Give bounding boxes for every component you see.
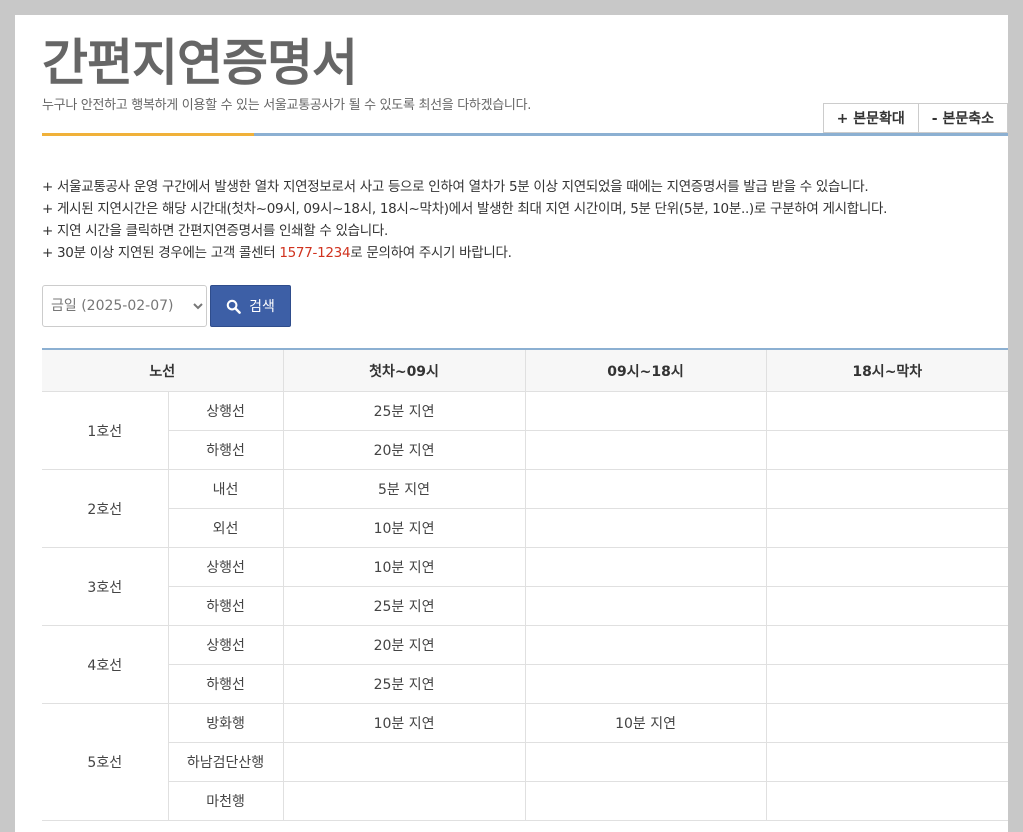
delay-time-link[interactable]: 20분 지연 [374,443,435,459]
notice-item-contact: + 30분 이상 지연된 경우에는 고객 콜센터 1577-1234로 문의하여… [42,242,887,264]
delay-cell-t2 [524,391,767,431]
delay-cell-t1: 25분 지연 [282,664,526,704]
table-row: 5호선 방화행 10분 지연 10분 지연 [42,703,1008,821]
delay-cell-t1: 10분 지연 [282,703,526,743]
table-row: 3호선 상행선 10분 지연 [42,547,1008,626]
direction-cell: 외선 [167,508,284,548]
delay-cell-t1 [282,781,526,821]
delay-cell-t1: 10분 지연 [282,508,526,548]
line-name-cell: 1호선 [42,391,168,470]
table-row: 외선 10분 지연 [42,508,1008,548]
delay-cell-t2 [524,508,767,548]
delay-time-link[interactable]: 10분 지연 [374,560,435,576]
delay-cell-t1: 25분 지연 [282,586,526,626]
header-divider-accent [42,133,254,136]
direction-cell: 상행선 [167,547,284,587]
table-row: 하남검단산행 [42,742,1008,782]
notice-list: + 서울교통공사 운영 구간에서 발생한 열차 지연정보로서 사고 등으로 인하… [42,176,887,264]
delay-cell-t2 [524,664,767,704]
table-header-row: 노선 첫차~09시 09시~18시 18시~막차 [42,348,1008,392]
delay-cell-t2 [524,469,767,509]
delay-cell-t2 [524,586,767,626]
direction-cell: 상행선 [167,391,284,431]
delay-cell-t3 [765,586,1008,626]
delay-cell-t3 [765,664,1008,704]
zoom-in-button[interactable]: + 본문확대 [822,103,919,133]
page-title: 간편지연증명서 [42,34,358,92]
delay-cell-t3 [765,625,1008,665]
delay-cell-t3 [765,391,1008,431]
delay-cell-t2 [524,430,767,470]
notice-item: + 지연 시간을 클릭하면 간편지연증명서를 인쇄할 수 있습니다. [42,223,388,239]
delay-cell-t2 [524,742,767,782]
header-first-to-09: 첫차~09시 [282,348,526,392]
search-bar: 금일 (2025-02-07) 검색 [42,285,291,327]
zoom-out-button[interactable]: - 본문축소 [918,103,1008,133]
delay-time-link[interactable]: 25분 지연 [374,677,435,693]
delay-cell-t3 [765,781,1008,821]
notice-item: + 게시된 지연시간은 해당 시간대(첫차~09시, 09시~18시, 18시~… [42,201,888,217]
direction-cell: 하행선 [167,664,284,704]
line-name-cell: 3호선 [42,547,168,626]
table-row: 하행선 25분 지연 [42,664,1008,704]
header-09-to-18: 09시~18시 [524,348,767,392]
delay-table-body: 1호선 상행선 25분 지연 하행선 20분 지연 2호선 내선 5분 지연 외선 10분 지연 3… [42,391,1008,821]
callcenter-phone: 1577-1234 [279,245,351,261]
table-row: 하행선 25분 지연 [42,586,1008,626]
direction-cell: 내선 [167,469,284,509]
delay-cell-t3 [765,469,1008,509]
direction-cell: 하행선 [167,586,284,626]
delay-cell-t1 [282,742,526,782]
header-line: 노선 [42,348,284,392]
delay-time-link[interactable]: 10분 지연 [615,716,676,732]
delay-cell-t2 [524,547,767,587]
direction-cell: 하행선 [167,430,284,470]
delay-cell-t2 [524,625,767,665]
search-icon [226,299,241,314]
table-row: 2호선 내선 5분 지연 [42,469,1008,548]
delay-cell-t3 [765,547,1008,587]
contact-text-before: + 30분 이상 지연된 경우에는 고객 콜센터 [42,245,280,261]
delay-time-link[interactable]: 10분 지연 [374,716,435,732]
page-subtitle: 누구나 안전하고 행복하게 이용할 수 있는 서울교통공사가 될 수 있도록 최… [42,98,532,113]
table-row: 하행선 20분 지연 [42,430,1008,470]
delay-cell-t1: 25분 지연 [282,391,526,431]
delay-cell-t1: 10분 지연 [282,547,526,587]
direction-cell: 마천행 [167,781,284,821]
delay-time-link[interactable]: 25분 지연 [374,404,435,420]
line-name-cell: 2호선 [42,469,168,548]
direction-cell: 방화행 [167,703,284,743]
direction-cell: 하남검단산행 [167,742,284,782]
search-button-label: 검색 [249,299,275,315]
header-18-to-last: 18시~막차 [765,348,1008,392]
delay-cell-t3 [765,430,1008,470]
delay-cell-t3 [765,508,1008,548]
delay-cell-t1: 20분 지연 [282,430,526,470]
notice-item: + 서울교통공사 운영 구간에서 발생한 열차 지연정보로서 사고 등으로 인하… [42,179,869,195]
header-divider [42,133,1008,136]
delay-table: 노선 첫차~09시 09시~18시 18시~막차 1호선 상행선 25분 지연 하행선… [42,348,1008,821]
delay-cell-t2: 10분 지연 [524,703,767,743]
delay-cell-t2 [524,781,767,821]
zoom-controls: + 본문확대 - 본문축소 [822,103,1008,133]
delay-time-link[interactable]: 25분 지연 [374,599,435,615]
direction-cell: 상행선 [167,625,284,665]
table-row: 1호선 상행선 25분 지연 [42,391,1008,470]
main-page: 간편지연증명서 누구나 안전하고 행복하게 이용할 수 있는 서울교통공사가 될… [15,15,1008,832]
delay-time-link[interactable]: 10분 지연 [374,521,435,537]
date-select[interactable]: 금일 (2025-02-07) [42,285,207,327]
table-row: 4호선 상행선 20분 지연 [42,625,1008,704]
line-name-cell: 4호선 [42,625,168,704]
delay-cell-t3 [765,742,1008,782]
contact-text-after: 로 문의하여 주시기 바랍니다. [350,245,512,261]
table-row: 마천행 [42,781,1008,821]
delay-cell-t1: 5분 지연 [282,469,526,509]
line-name-cell: 5호선 [42,703,168,821]
delay-time-link[interactable]: 5분 지연 [378,482,430,498]
delay-time-link[interactable]: 20분 지연 [374,638,435,654]
delay-cell-t1: 20분 지연 [282,625,526,665]
search-button[interactable]: 검색 [210,285,291,327]
delay-cell-t3 [765,703,1008,743]
